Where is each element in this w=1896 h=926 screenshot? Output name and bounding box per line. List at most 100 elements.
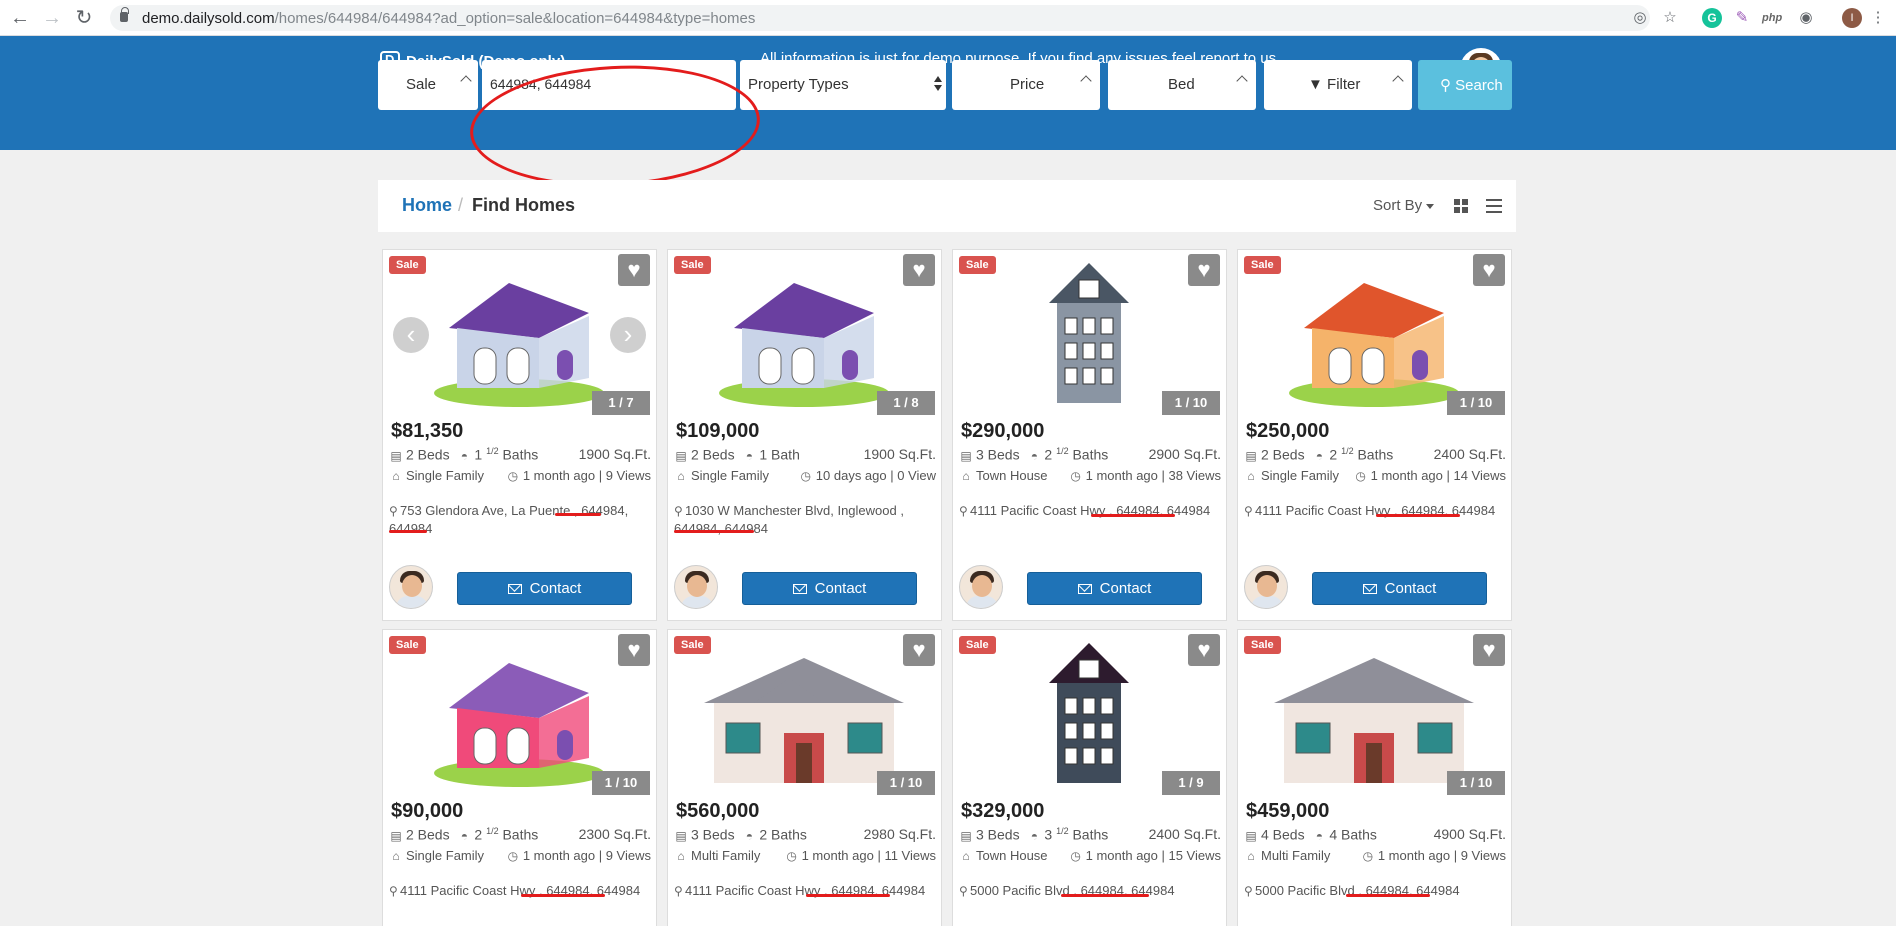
annotation-underline: [389, 530, 427, 533]
home-icon: ⌂: [677, 849, 685, 863]
listing-card[interactable]: Sale ♥ 1 / 10 $459,000 ▤ 4 Beds ◓ 4 Baths …: [1237, 629, 1512, 926]
listing-address: ⚲ 5000 Pacific Blvd , 644984, 644984: [959, 883, 1175, 898]
photo-counter: 1 / 7: [592, 391, 650, 415]
heart-icon[interactable]: ♥: [1473, 634, 1505, 666]
camera-icon[interactable]: ◉: [1796, 8, 1816, 28]
annotation-underline: [1376, 514, 1460, 517]
property-types-select[interactable]: Property Types: [740, 60, 946, 110]
list-view-icon[interactable]: [1486, 199, 1502, 213]
forward-icon[interactable]: →: [40, 6, 64, 30]
heart-icon[interactable]: ♥: [903, 254, 935, 286]
envelope-icon: [1077, 584, 1092, 594]
listing-meta: ⌂ Town House ◷ 1 month ago | 38 Views: [959, 468, 1221, 483]
listing-specs: ▤ 3 Beds ◓ 3 1/2 Baths 2400 Sq.Ft.: [960, 826, 1221, 843]
annotation-underline: [1346, 894, 1430, 897]
listing-specs: ▤ 2 Beds ◓ 1 Bath 1900 Sq.Ft.: [675, 446, 936, 463]
agent-avatar[interactable]: [389, 565, 433, 609]
heart-icon[interactable]: ♥: [618, 254, 650, 286]
contact-button[interactable]: Contact: [742, 572, 917, 605]
address-bar[interactable]: demo.dailysold.com/homes/644984/644984?a…: [110, 5, 1650, 31]
heart-icon[interactable]: ♥: [1188, 634, 1220, 666]
back-icon[interactable]: ←: [8, 6, 32, 30]
bed-icon: ▤: [1245, 448, 1257, 463]
listing-card[interactable]: Sale ♥ 1 / 10 $560,000 ▤ 3 Beds ◓ 2 Baths …: [667, 629, 942, 926]
breadcrumb-home[interactable]: Home: [402, 195, 452, 216]
listing-photo[interactable]: Sale ♥ 1 / 8: [668, 250, 941, 415]
heart-icon[interactable]: ♥: [618, 634, 650, 666]
grid-view-icon[interactable]: [1454, 199, 1468, 213]
listing-meta: ⌂ Single Family ◷ 1 month ago | 9 Views: [389, 848, 651, 863]
profile-icon[interactable]: I: [1842, 8, 1862, 28]
listing-card[interactable]: Sale ♥ 1 / 10 $90,000 ▤ 2 Beds ◓ 2 1/2 Bat…: [382, 629, 657, 926]
listing-photo[interactable]: Sale ♥ 1 / 9: [953, 630, 1226, 795]
map-marker-icon: ⚲: [959, 884, 968, 898]
grammarly-icon[interactable]: G: [1702, 8, 1722, 28]
sale-badge: Sale: [959, 256, 996, 274]
home-icon: ⌂: [962, 469, 970, 483]
reload-icon[interactable]: ↻: [72, 6, 96, 30]
listing-specs: ▤ 4 Beds ◓ 4 Baths 4900 Sq.Ft.: [1245, 826, 1506, 843]
pen-icon[interactable]: ✎: [1732, 8, 1752, 28]
listing-price: $459,000: [1246, 800, 1330, 822]
search-button[interactable]: ⚲ Search: [1418, 60, 1512, 110]
sort-by-dropdown[interactable]: Sort By: [1373, 197, 1434, 214]
sale-badge: Sale: [1244, 256, 1281, 274]
listing-card[interactable]: Sale ♥ ‹ › 1 / 7 $81,350 ▤ 2 Beds ◓ 1 1/2 …: [382, 249, 657, 621]
ad-option-select[interactable]: Sale: [378, 60, 478, 110]
star-icon[interactable]: ☆: [1660, 8, 1680, 28]
listing-address: ⚲ 4111 Pacific Coast Hwy , 644984, 644984: [959, 503, 1211, 518]
envelope-icon: [792, 584, 807, 594]
annotation-underline: [674, 530, 754, 533]
contact-button[interactable]: Contact: [1027, 572, 1202, 605]
listing-card[interactable]: Sale ♥ 1 / 10 $250,000 ▤ 2 Beds ◓ 2 1/2 Ba…: [1237, 249, 1512, 621]
listing-sqft: 4900 Sq.Ft.: [1433, 826, 1506, 842]
annotation-underline: [555, 513, 601, 516]
listing-specs: ▤ 3 Beds ◓ 2 1/2 Baths 2900 Sq.Ft.: [960, 446, 1221, 463]
next-arrow-icon[interactable]: ›: [610, 317, 646, 353]
contact-button[interactable]: Contact: [457, 572, 632, 605]
listing-photo[interactable]: Sale ♥ 1 / 10: [383, 630, 656, 795]
listing-card[interactable]: Sale ♥ 1 / 9 $329,000 ▤ 3 Beds ◓ 3 1/2 Bat…: [952, 629, 1227, 926]
annotation-underline: [1091, 514, 1175, 517]
bath-icon: ◓: [745, 448, 753, 463]
menu-icon[interactable]: ⋮: [1868, 8, 1888, 28]
listing-sqft: 2400 Sq.Ft.: [1433, 446, 1506, 462]
photo-counter: 1 / 8: [877, 391, 935, 415]
listing-card[interactable]: Sale ♥ 1 / 10 $290,000 ▤ 3 Beds ◓ 2 1/2 Ba…: [952, 249, 1227, 621]
prev-arrow-icon[interactable]: ‹: [393, 317, 429, 353]
sale-badge: Sale: [389, 636, 426, 654]
listing-price: $81,350: [391, 420, 464, 442]
listing-price: $329,000: [961, 800, 1045, 822]
listing-photo[interactable]: Sale ♥ ‹ › 1 / 7: [383, 250, 656, 415]
price-select[interactable]: Price: [952, 60, 1100, 110]
filter-button[interactable]: ▼ Filter: [1264, 60, 1412, 110]
listing-photo[interactable]: Sale ♥ 1 / 10: [1238, 630, 1511, 795]
photo-counter: 1 / 9: [1162, 771, 1220, 795]
listing-photo[interactable]: Sale ♥ 1 / 10: [953, 250, 1226, 415]
agent-avatar[interactable]: [674, 565, 718, 609]
listing-card[interactable]: Sale ♥ 1 / 8 $109,000 ▤ 2 Beds ◓ 1 Bath 19…: [667, 249, 942, 621]
bed-select[interactable]: Bed: [1108, 60, 1256, 110]
heart-icon[interactable]: ♥: [903, 634, 935, 666]
home-icon: ⌂: [392, 469, 400, 483]
photo-counter: 1 / 10: [877, 771, 935, 795]
bath-icon: ◓: [1030, 828, 1038, 843]
clock-icon: ◷: [1070, 849, 1081, 863]
annotation-underline: [1061, 894, 1149, 897]
sale-badge: Sale: [1244, 636, 1281, 654]
location-icon[interactable]: ◎: [1630, 8, 1650, 28]
agent-avatar[interactable]: [1244, 565, 1288, 609]
heart-icon[interactable]: ♥: [1473, 254, 1505, 286]
map-marker-icon: ⚲: [1244, 504, 1253, 518]
heart-icon[interactable]: ♥: [1188, 254, 1220, 286]
listing-photo[interactable]: Sale ♥ 1 / 10: [668, 630, 941, 795]
bath-icon: ◓: [460, 448, 468, 463]
sale-badge: Sale: [959, 636, 996, 654]
listing-photo[interactable]: Sale ♥ 1 / 10: [1238, 250, 1511, 415]
url-text: demo.dailysold.com/homes/644984/644984?a…: [142, 10, 756, 27]
listing-price: $90,000: [391, 800, 464, 822]
agent-avatar[interactable]: [959, 565, 1003, 609]
contact-button[interactable]: Contact: [1312, 572, 1487, 605]
photo-counter: 1 / 10: [1162, 391, 1220, 415]
php-icon[interactable]: php: [1762, 8, 1782, 28]
